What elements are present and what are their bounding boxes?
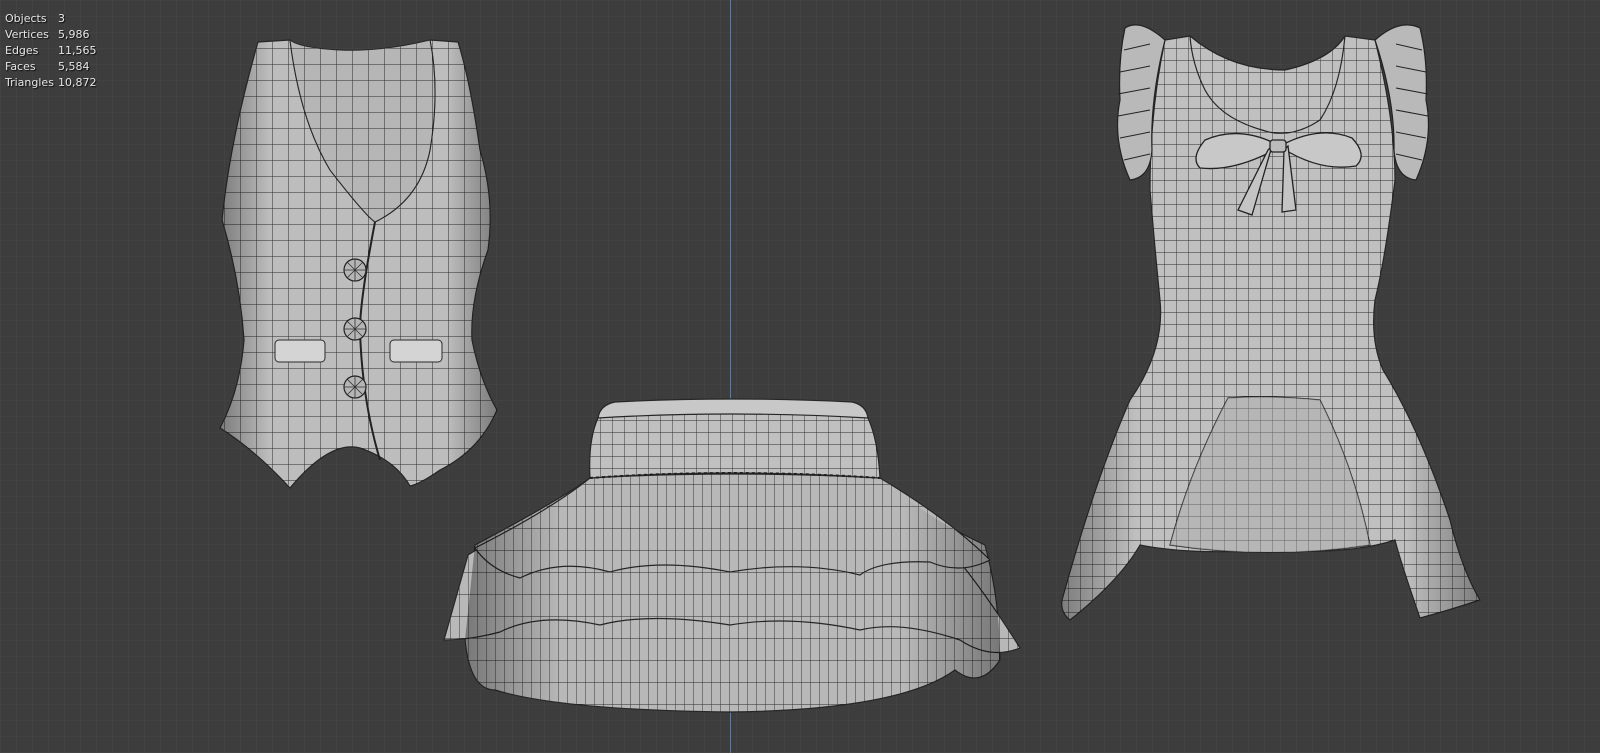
stat-value: 10,872 [58,76,97,89]
skirt-shading [465,474,1000,712]
stat-row: Faces 5,584 [5,59,97,75]
viewport-scene[interactable] [0,0,1600,753]
stat-label: Vertices [5,28,49,41]
stat-value: 5,584 [58,60,90,73]
vest-button-3 [343,375,367,399]
stat-row: Objects 3 [5,11,97,27]
vest-button-2 [343,317,367,341]
scene-statistics-overlay: Objects 3 Vertices 5,986 Edges 11,565 Faces 5,5… [5,11,97,91]
vest-pocket-right [389,339,443,363]
stat-row: Edges 11,565 [5,43,97,59]
3d-viewport[interactable]: Objects 3 Vertices 5,986 Edges 11,565 Faces 5,5… [0,0,1600,753]
vest-pocket-left [274,339,326,363]
skirt-yoke [589,408,881,479]
stat-label: Triangles [5,76,54,89]
stat-value: 11,565 [58,44,97,57]
stat-label: Edges [5,44,39,57]
stat-value: 3 [58,12,65,25]
vest-mesh[interactable] [219,38,498,489]
stat-row: Vertices 5,986 [5,27,97,43]
stat-label: Objects [5,12,47,25]
vest-button-1 [343,258,367,282]
stat-value: 5,986 [58,28,90,41]
stat-row: Triangles 10,872 [5,75,97,91]
stat-label: Faces [5,60,36,73]
